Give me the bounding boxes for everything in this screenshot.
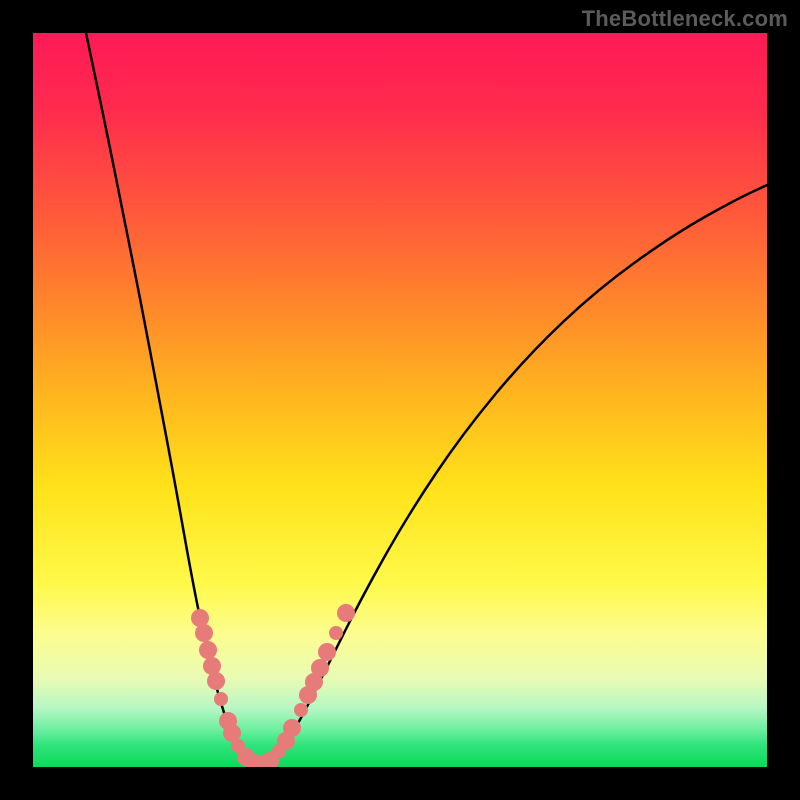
series-group xyxy=(86,33,767,766)
marker-point xyxy=(318,643,336,661)
marker-point xyxy=(311,659,329,677)
series-right-curve xyxy=(258,185,767,766)
marker-point xyxy=(283,719,301,737)
curves-svg xyxy=(33,33,767,767)
marker-point xyxy=(207,672,225,690)
markers-group xyxy=(191,604,355,767)
series-left-curve xyxy=(86,33,258,766)
watermark-text: TheBottleneck.com xyxy=(582,6,788,32)
marker-point xyxy=(337,604,355,622)
marker-point xyxy=(214,692,228,706)
plot-area xyxy=(33,33,767,767)
marker-point xyxy=(199,641,217,659)
chart-frame: TheBottleneck.com xyxy=(0,0,800,800)
marker-point xyxy=(195,624,213,642)
marker-point xyxy=(329,626,343,640)
marker-point xyxy=(294,703,308,717)
